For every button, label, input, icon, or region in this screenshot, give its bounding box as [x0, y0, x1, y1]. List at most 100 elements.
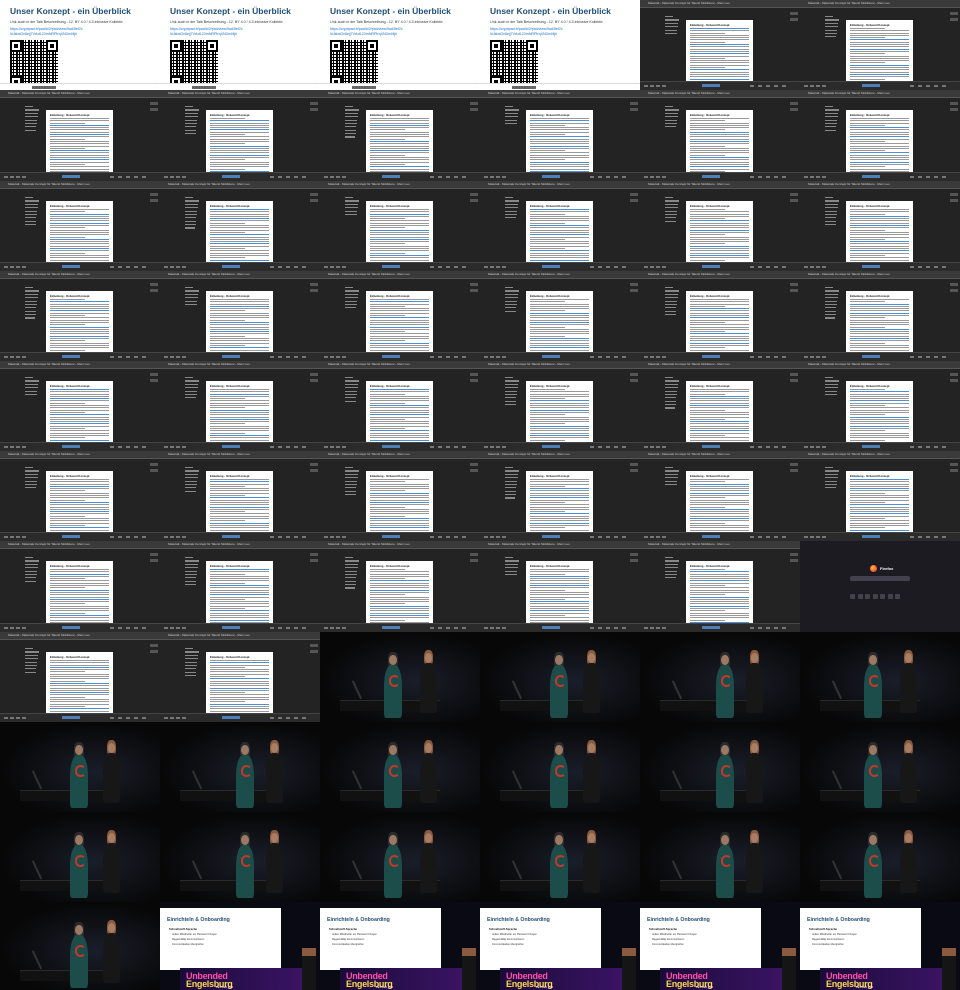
taskbar-active-button[interactable]: [382, 626, 400, 629]
document-page[interactable]: Einleitung - Onboard Konzept: [846, 471, 913, 541]
document-page[interactable]: Einleitung - Onboard Konzept: [686, 20, 753, 90]
document-page[interactable]: Einleitung - Onboard Konzept: [206, 561, 273, 632]
right-panel[interactable]: [470, 193, 478, 205]
taskbar-active-button[interactable]: [862, 175, 880, 178]
right-panel[interactable]: [310, 102, 318, 114]
taskbar-active-button[interactable]: [702, 626, 720, 629]
right-panel[interactable]: [630, 463, 638, 475]
right-panel[interactable]: [790, 463, 798, 475]
taskbar-active-button[interactable]: [382, 175, 400, 178]
taskbar-active-button[interactable]: [702, 445, 720, 448]
document-page[interactable]: Einleitung - Onboard Konzept: [46, 381, 113, 451]
outline-sidebar[interactable]: [665, 197, 679, 224]
taskbar-active-button[interactable]: [62, 626, 80, 629]
outline-sidebar[interactable]: [345, 197, 359, 217]
document-page[interactable]: Einleitung - Onboard Konzept: [206, 291, 273, 361]
outline-sidebar[interactable]: [345, 287, 359, 311]
right-panel[interactable]: [950, 102, 958, 114]
outline-sidebar[interactable]: [665, 106, 679, 130]
document-page[interactable]: Einleitung - Onboard Konzept: [846, 381, 913, 451]
taskbar-active-button[interactable]: [222, 355, 240, 358]
slide-link-cont[interactable]: hUkbdGx6ejj7VrkdL23mNRPtrqXNGmMjt/: [330, 32, 397, 36]
right-panel[interactable]: [470, 102, 478, 114]
right-panel[interactable]: [150, 283, 158, 295]
right-panel[interactable]: [150, 644, 158, 656]
right-panel[interactable]: [790, 283, 798, 295]
outline-sidebar[interactable]: [505, 467, 519, 501]
outline-sidebar[interactable]: [185, 287, 199, 307]
outline-sidebar[interactable]: [665, 467, 679, 487]
outline-sidebar[interactable]: [345, 467, 359, 497]
right-panel[interactable]: [630, 102, 638, 114]
document-page[interactable]: Einleitung - Onboard Konzept: [686, 291, 753, 361]
outline-sidebar[interactable]: [25, 197, 39, 227]
taskbar-active-button[interactable]: [702, 535, 720, 538]
outline-sidebar[interactable]: [25, 557, 39, 584]
taskbar-active-button[interactable]: [222, 716, 240, 719]
outline-sidebar[interactable]: [345, 557, 359, 591]
document-page[interactable]: Einleitung - Onboard Konzept: [526, 471, 593, 541]
outline-sidebar[interactable]: [505, 197, 519, 221]
taskbar-active-button[interactable]: [862, 355, 880, 358]
taskbar-active-button[interactable]: [542, 445, 560, 448]
taskbar-active-button[interactable]: [702, 265, 720, 268]
right-panel[interactable]: [790, 553, 798, 565]
outline-sidebar[interactable]: [345, 377, 359, 404]
taskbar-active-button[interactable]: [542, 355, 560, 358]
taskbar-active-button[interactable]: [222, 175, 240, 178]
document-page[interactable]: Einleitung - Onboard Konzept: [846, 291, 913, 361]
outline-sidebar[interactable]: [505, 377, 519, 407]
document-page[interactable]: Einleitung - Onboard Konzept: [526, 381, 593, 451]
outline-sidebar[interactable]: [825, 16, 839, 40]
right-panel[interactable]: [790, 102, 798, 114]
taskbar-active-button[interactable]: [62, 355, 80, 358]
outline-sidebar[interactable]: [665, 557, 679, 581]
document-page[interactable]: Einleitung - Onboard Konzept: [366, 201, 433, 271]
right-panel[interactable]: [630, 193, 638, 205]
taskbar-active-button[interactable]: [542, 265, 560, 268]
outline-sidebar[interactable]: [825, 377, 839, 397]
outline-sidebar[interactable]: [505, 106, 519, 126]
outline-sidebar[interactable]: [665, 377, 679, 411]
document-page[interactable]: Einleitung - Onboard Konzept: [206, 381, 273, 451]
taskbar-active-button[interactable]: [222, 265, 240, 268]
right-panel[interactable]: [950, 373, 958, 385]
outline-sidebar[interactable]: [25, 377, 39, 397]
document-page[interactable]: Einleitung - Onboard Konzept: [366, 471, 433, 541]
slide-link[interactable]: https://cryptpad.fr/pad/#/2/pad/view/9ad…: [170, 27, 243, 31]
taskbar-active-button[interactable]: [702, 84, 720, 87]
document-page[interactable]: Einleitung - Onboard Konzept: [686, 561, 753, 632]
document-page[interactable]: Einleitung - Onboard Konzept: [46, 291, 113, 361]
taskbar-active-button[interactable]: [702, 355, 720, 358]
outline-sidebar[interactable]: [185, 467, 199, 494]
taskbar-active-button[interactable]: [62, 175, 80, 178]
outline-sidebar[interactable]: [505, 287, 519, 314]
document-page[interactable]: Einleitung - Onboard Konzept: [206, 652, 273, 722]
outline-sidebar[interactable]: [825, 197, 839, 227]
document-page[interactable]: Einleitung - Onboard Konzept: [46, 652, 113, 722]
right-panel[interactable]: [310, 283, 318, 295]
outline-sidebar[interactable]: [665, 287, 679, 317]
taskbar-active-button[interactable]: [62, 445, 80, 448]
taskbar-active-button[interactable]: [62, 265, 80, 268]
right-panel[interactable]: [790, 193, 798, 205]
taskbar-active-button[interactable]: [862, 84, 880, 87]
right-panel[interactable]: [150, 193, 158, 205]
slide-link-cont[interactable]: hUkbdGx6ejj7VrkdL23mNRPtrqXNGmMjt/: [170, 32, 237, 36]
document-page[interactable]: Einleitung - Onboard Konzept: [46, 561, 113, 632]
right-panel[interactable]: [630, 283, 638, 295]
right-panel[interactable]: [950, 12, 958, 24]
taskbar-active-button[interactable]: [862, 265, 880, 268]
outline-sidebar[interactable]: [505, 557, 519, 577]
taskbar-active-button[interactable]: [862, 445, 880, 448]
right-panel[interactable]: [310, 373, 318, 385]
slide-link[interactable]: https://cryptpad.fr/pad/#/2/pad/view/9ad…: [330, 27, 403, 31]
document-page[interactable]: Einleitung - Onboard Konzept: [686, 381, 753, 451]
document-page[interactable]: Einleitung - Onboard Konzept: [846, 110, 913, 181]
taskbar-active-button[interactable]: [222, 535, 240, 538]
taskbar-active-button[interactable]: [382, 535, 400, 538]
right-panel[interactable]: [150, 102, 158, 114]
outline-sidebar[interactable]: [185, 197, 199, 231]
right-panel[interactable]: [150, 373, 158, 385]
document-page[interactable]: Einleitung - Onboard Konzept: [526, 110, 593, 181]
